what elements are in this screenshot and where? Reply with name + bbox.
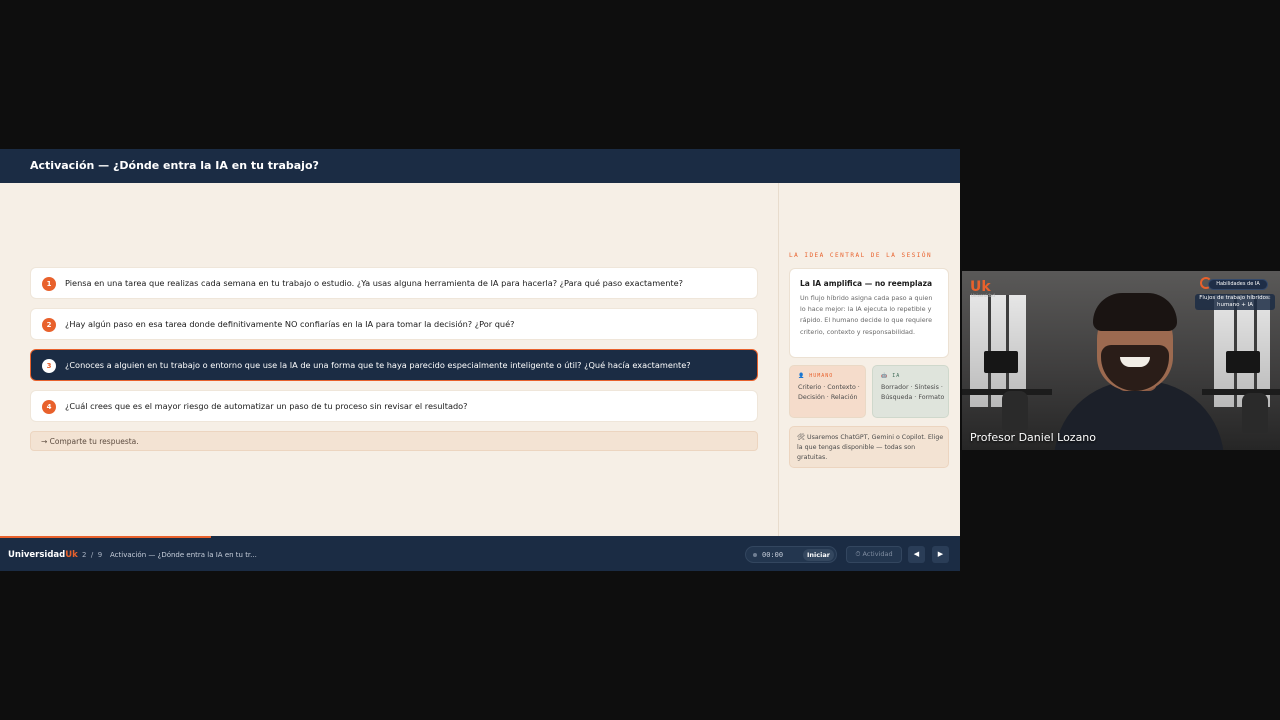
question-list: 1 Piensa en una tarea que realizas cada …: [30, 267, 758, 451]
webcam-caption: Flujos de trabajo híbridos: humano + IA: [1195, 294, 1275, 310]
human-tag: 👤 HUMANO: [798, 373, 834, 379]
previous-slide-button[interactable]: ◀: [908, 546, 925, 563]
slide-header: Activación — ¿Dónde entra la IA en tu tr…: [0, 149, 960, 183]
slide-body: 1 Piensa en una tarea que realizas cada …: [0, 183, 960, 537]
timer-status-icon: [753, 553, 757, 557]
footer-slide-title: Activación — ¿Dónde entra la IA en tu tr…: [110, 551, 257, 559]
next-slide-button[interactable]: ▶: [932, 546, 949, 563]
start-timer-button[interactable]: Iniciar: [803, 549, 834, 561]
page-total: 9: [97, 551, 103, 559]
webcam-logo-subtitle: Universidad: [971, 293, 995, 298]
question-text: ¿Hay algún paso en esa tarea donde defin…: [65, 319, 515, 329]
question-number: 3: [42, 359, 56, 373]
tools-note-text: 🛠 Usaremos ChatGPT, Gemini o Copilot. El…: [797, 434, 944, 462]
key-idea-title: La IA amplifica — no reemplaza: [800, 279, 933, 288]
share-response-text: → Comparte tu respuesta.: [41, 437, 139, 446]
tools-note-card: 🛠 Usaremos ChatGPT, Gemini o Copilot. El…: [789, 426, 949, 468]
office-monitor: [984, 351, 1018, 373]
question-card-4[interactable]: 4 ¿Cuál crees que es el mayor riesgo de …: [30, 390, 758, 422]
participant-name: Profesor Daniel Lozano: [970, 431, 1097, 444]
office-monitor: [1226, 351, 1260, 373]
question-card-3-active[interactable]: 3 ¿Conoces a alguien en tu trabajo o ent…: [30, 349, 758, 381]
key-idea-kicker: LA IDEA CENTRAL DE LA SESIÓN: [789, 252, 933, 259]
question-card-1[interactable]: 1 Piensa en una tarea que realizas cada …: [30, 267, 758, 299]
human-skills: Criterio · Contexto · Decisión · Relació…: [798, 384, 860, 401]
shared-presentation: Activación — ¿Dónde entra la IA en tu tr…: [0, 149, 960, 571]
ia-tag: 🤖 IA: [881, 373, 901, 379]
question-text: Piensa en una tarea que realizas cada se…: [65, 278, 683, 288]
page-current: 2: [82, 551, 87, 559]
ia-skills: Borrador · Síntesis · Búsqueda · Formato: [881, 384, 945, 401]
panel-divider: [778, 183, 779, 537]
human-card: 👤 HUMANO Criterio · Contexto · Decisión …: [789, 365, 866, 418]
brand-main: Universidad: [8, 550, 66, 560]
question-number: 1: [42, 277, 56, 291]
question-text: ¿Conoces a alguien en tu trabajo o entor…: [65, 360, 691, 370]
key-idea-body: Un flujo híbrido asigna cada paso a quie…: [800, 294, 933, 336]
page-separator: /: [90, 551, 94, 559]
meeting-stage: Activación — ¿Dónde entra la IA en tu tr…: [0, 0, 1280, 720]
presenter-hair: [1093, 293, 1177, 331]
ia-card: 🤖 IA Borrador · Síntesis · Búsqueda · Fo…: [872, 365, 949, 418]
question-text: ¿Cuál crees que es el mayor riesgo de au…: [65, 401, 468, 411]
presentation-footer: UniversidadUk 2 / 9 Activación — ¿Dónde …: [0, 538, 960, 571]
webcam-course-badge: Habilidades de IA: [1208, 279, 1268, 290]
slide-title: Activación — ¿Dónde entra la IA en tu tr…: [30, 159, 319, 172]
participant-video-tile[interactable]: Uk Universidad Habilidades de IA Flujos …: [962, 271, 1280, 450]
page-counter: 2 / 9: [82, 551, 102, 559]
timer-control: 00:00 Iniciar: [745, 546, 837, 563]
timer-display: 00:00: [762, 551, 784, 559]
office-chair: [1242, 393, 1268, 433]
share-response-prompt[interactable]: → Comparte tu respuesta.: [30, 431, 758, 451]
key-idea-card: La IA amplifica — no reemplaza Un flujo …: [789, 268, 949, 358]
office-chair: [1002, 391, 1028, 431]
activity-button[interactable]: ⏱ Actividad: [846, 546, 902, 563]
brand-logo: UniversidadUk: [8, 550, 78, 560]
question-number: 4: [42, 400, 56, 414]
question-number: 2: [42, 318, 56, 332]
question-card-2[interactable]: 2 ¿Hay algún paso en esa tarea donde def…: [30, 308, 758, 340]
office-desk: [1202, 389, 1280, 395]
brand-accent: Uk: [65, 550, 78, 560]
